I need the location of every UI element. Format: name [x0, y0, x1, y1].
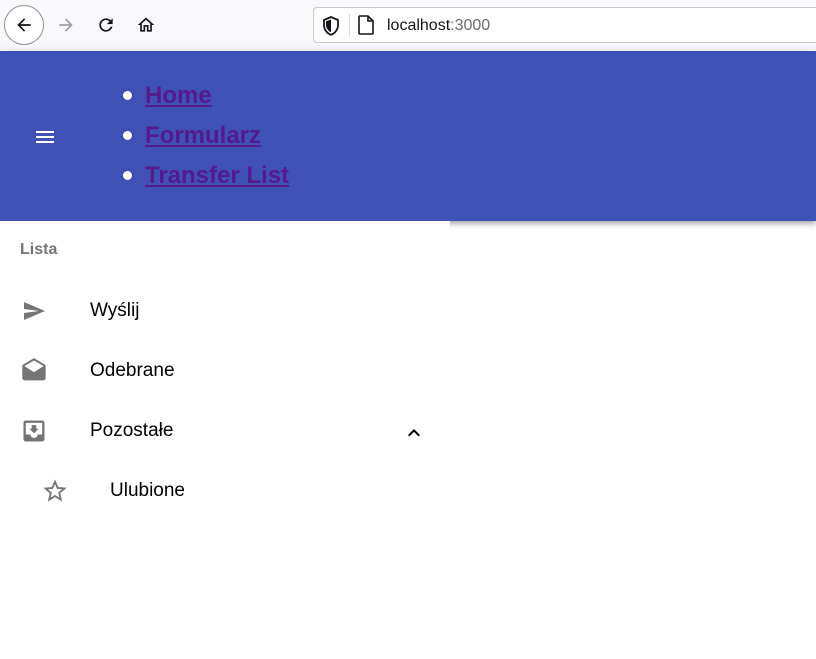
reload-button[interactable]: [86, 5, 126, 45]
drafts-icon: [20, 358, 48, 383]
url-host: localhost: [387, 17, 451, 34]
nav-item-home: Home: [122, 76, 289, 116]
list-item-label: Odebrane: [90, 360, 175, 381]
drawer-list: Lista Wyślij Odebrane Pozostałe Ulubione: [0, 221, 450, 659]
nav-link-home[interactable]: Home: [145, 82, 212, 109]
url-divider: [349, 14, 350, 36]
back-button[interactable]: [4, 5, 44, 45]
send-icon: [20, 299, 48, 323]
nav-item-transfer-list: Transfer List: [122, 156, 289, 196]
url-text[interactable]: localhost:3000: [387, 17, 490, 35]
nav-links: Home Formularz Transfer List: [122, 76, 289, 196]
home-icon: [137, 17, 155, 32]
nav-item-formularz: Formularz: [122, 116, 289, 156]
tracking-shield-icon[interactable]: [322, 16, 340, 41]
list-item-favorites[interactable]: Ulubione: [0, 461, 450, 521]
page-icon[interactable]: [358, 15, 374, 40]
browser-toolbar: localhost:3000: [0, 0, 816, 51]
list-item-label: Ulubione: [110, 480, 185, 501]
list-item-label: Pozostałe: [90, 420, 174, 441]
nav-link-formularz[interactable]: Formularz: [145, 122, 261, 149]
menu-button[interactable]: [21, 113, 69, 161]
list-subheader: Lista: [20, 241, 58, 258]
home-button[interactable]: [126, 5, 166, 45]
nav-link-transfer-list[interactable]: Transfer List: [145, 162, 289, 189]
url-port: :3000: [450, 17, 491, 34]
forward-button[interactable]: [46, 5, 86, 45]
star-border-icon: [41, 479, 69, 503]
list-item-label: Wyślij: [90, 300, 140, 321]
list-item-send[interactable]: Wyślij: [0, 281, 450, 341]
app-bar: Home Formularz Transfer List: [0, 51, 816, 221]
reload-icon: [99, 18, 113, 32]
url-bar[interactable]: localhost:3000: [313, 7, 816, 43]
list-item-other[interactable]: Pozostałe: [0, 401, 450, 461]
arrow-left-icon: [17, 18, 31, 32]
expand-less-icon[interactable]: [402, 421, 426, 450]
move-to-inbox-icon: [20, 419, 48, 443]
list-item-received[interactable]: Odebrane: [0, 341, 450, 401]
hamburger-menu-icon: [36, 131, 54, 143]
arrow-right-icon: [59, 18, 73, 32]
